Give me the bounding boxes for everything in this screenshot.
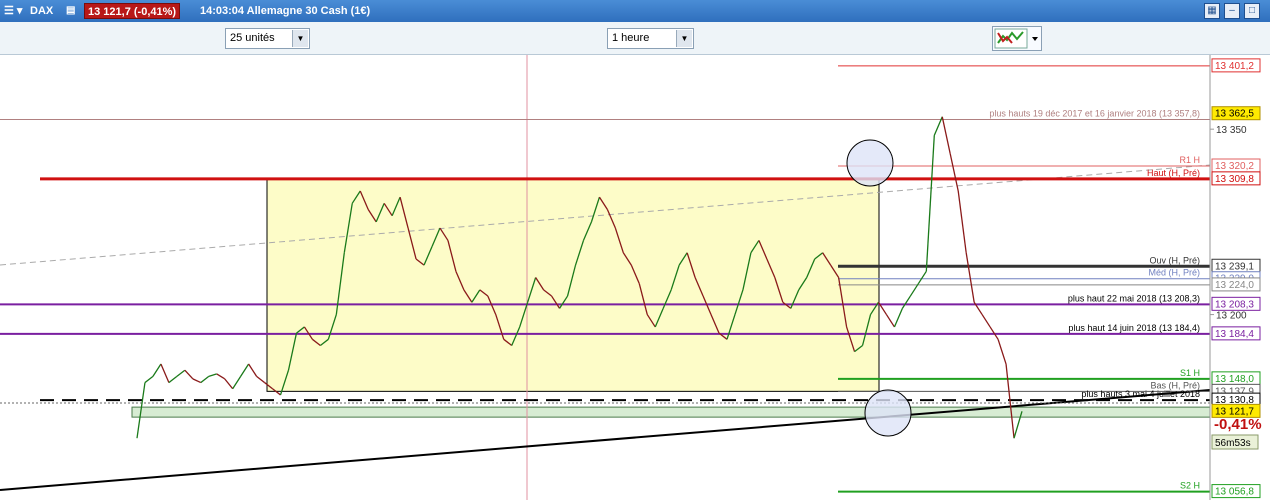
price-segment xyxy=(208,373,217,378)
price-segment xyxy=(917,270,927,285)
price-tag-label: 13 148,0 xyxy=(1215,374,1254,385)
price-segment xyxy=(232,376,242,390)
price-segment xyxy=(965,252,975,303)
chart-area[interactable]: plus hauts 19 déc 2017 et 16 janvier 201… xyxy=(0,55,1270,500)
level-line-label: Ouv (H, Pré) xyxy=(1149,255,1200,265)
chart-toolbar: 25 unités ▼ 1 heure ▼ xyxy=(0,22,1270,55)
chevron-down-icon[interactable]: ▼ xyxy=(676,30,692,47)
price-segment xyxy=(184,369,194,380)
price-segment xyxy=(192,378,202,384)
change-label: -0,41% xyxy=(1214,416,1262,433)
price-tag-label: 13 239,1 xyxy=(1215,261,1254,272)
chart-type-button[interactable] xyxy=(992,26,1042,51)
price-tag-label: 13 208,3 xyxy=(1215,299,1254,310)
price-segment xyxy=(176,369,186,377)
price-segment xyxy=(941,116,951,155)
chevron-down-icon[interactable]: ▼ xyxy=(292,30,308,47)
price-segment xyxy=(925,135,935,272)
level-line-label: S1 H xyxy=(1180,368,1200,378)
period-select-value: 1 heure xyxy=(612,32,650,44)
price-segment xyxy=(893,308,904,328)
price-segment xyxy=(144,375,154,384)
menu-icon[interactable]: ☰ ▾ xyxy=(4,0,22,22)
price-chart[interactable]: plus hauts 19 déc 2017 et 16 janvier 201… xyxy=(0,55,1270,500)
price-segment xyxy=(909,283,919,297)
countdown-label: 56m53s xyxy=(1215,438,1251,449)
price-segment xyxy=(885,314,895,328)
level-line-label: R1 H xyxy=(1179,155,1200,165)
price-tag-label: 13 056,8 xyxy=(1215,487,1254,498)
price-tag-label: 13 362,5 xyxy=(1215,109,1254,120)
maximize-icon[interactable]: □ xyxy=(1244,3,1260,19)
price-change-badge: 13 121,7 (-0,41%) xyxy=(84,3,181,19)
price-segment xyxy=(256,375,265,384)
level-line-label: plus hauts 3 mai 4 juillet 2018 xyxy=(1081,389,1200,399)
range-box xyxy=(266,178,880,392)
instrument-name: DAX xyxy=(30,5,54,17)
level-line-label: S2 H xyxy=(1180,481,1200,491)
price-segment xyxy=(160,363,170,383)
units-select-value: 25 unités xyxy=(230,32,275,44)
support-zone xyxy=(131,406,1211,418)
price-tag-label: 13 320,2 xyxy=(1215,161,1254,172)
annotation-circle xyxy=(864,389,912,437)
price-segment xyxy=(168,375,178,384)
level-line-label: plus haut 22 mai 2018 (13 208,3) xyxy=(1068,293,1200,303)
price-tag-label: 13 401,2 xyxy=(1215,61,1254,72)
level-line-label: plus haut 14 juin 2018 (13 184,4) xyxy=(1068,323,1200,333)
title-bar: ☰ ▾ DAX ▤ 13 121,7 (-0,41%) 14:03:04 All… xyxy=(0,0,1270,22)
price-segment xyxy=(901,295,911,309)
info-icon[interactable]: ▤ xyxy=(66,0,75,22)
level-line-label: Haut (H, Pré) xyxy=(1147,168,1200,178)
minimize-icon[interactable]: – xyxy=(1224,3,1240,19)
trend-line-support xyxy=(0,389,1211,491)
price-segment xyxy=(949,153,959,192)
annotation-circle xyxy=(846,139,894,187)
period-select[interactable]: 1 heure ▼ xyxy=(607,28,694,49)
chart-type-icon xyxy=(994,28,1038,49)
price-segment xyxy=(224,378,234,390)
price-segment xyxy=(200,375,210,384)
price-segment xyxy=(216,373,226,380)
price-segment xyxy=(997,339,1007,365)
instrument-description: 14:03:04 Allemagne 30 Cash (1€) xyxy=(200,5,371,17)
price-segment xyxy=(152,363,162,377)
y-tick-label: 13 350 xyxy=(1216,125,1247,136)
price-segment xyxy=(981,314,991,328)
units-select[interactable]: 25 unités ▼ xyxy=(225,28,310,49)
price-segment xyxy=(240,363,250,377)
price-segment xyxy=(957,190,967,253)
level-line-label: Méd (H, Pré) xyxy=(1148,268,1200,278)
grid-icon[interactable]: ▦ xyxy=(1204,3,1220,19)
price-tag-label: 13 224,0 xyxy=(1215,280,1254,291)
price-tag-label: 13 184,4 xyxy=(1215,329,1254,340)
price-tag-label: 13 309,8 xyxy=(1215,174,1254,185)
level-line-label: plus hauts 19 déc 2017 et 16 janvier 201… xyxy=(989,109,1200,119)
price-segment xyxy=(248,363,258,377)
y-tick-label: 13 200 xyxy=(1216,311,1247,322)
